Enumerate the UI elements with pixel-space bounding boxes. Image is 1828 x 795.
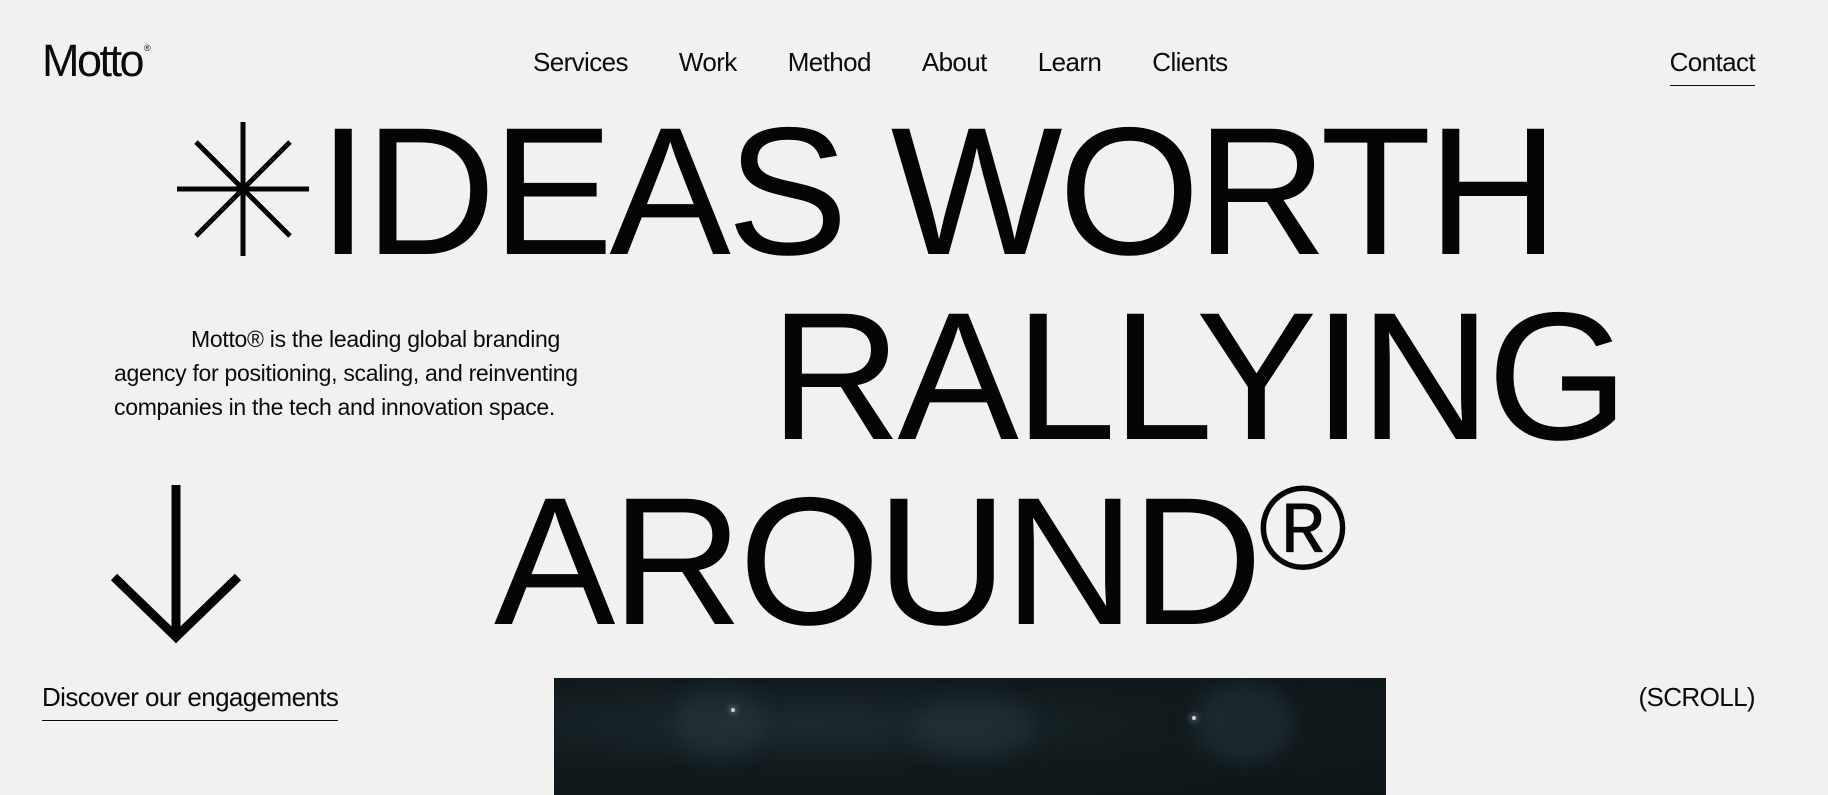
intro-paragraph: Motto® is the leading global branding ag…: [114, 326, 578, 420]
headline-line-2: RALLYING: [770, 274, 1629, 478]
logo[interactable]: Motto ®: [42, 35, 151, 86]
headline-registered-mark: ®: [1258, 461, 1348, 595]
nav-item: Method: [788, 45, 922, 79]
nav-item: Learn: [1038, 45, 1153, 79]
nav-link-method[interactable]: Method: [788, 45, 872, 79]
media-blur: [1194, 683, 1294, 763]
headline-line-3: AROUND®: [494, 468, 1347, 652]
asterisk-icon: [177, 122, 309, 256]
nav-link-learn[interactable]: Learn: [1038, 45, 1102, 79]
logo-registered-mark: ®: [144, 43, 151, 53]
media-blur: [914, 698, 1034, 758]
nav-link-clients[interactable]: Clients: [1152, 45, 1228, 79]
arrow-down-icon: [110, 485, 242, 644]
nav-item: Services: [533, 45, 679, 79]
nav-item: About: [922, 45, 1038, 79]
nav-link-work[interactable]: Work: [679, 45, 737, 79]
nav-item: Work: [679, 45, 788, 79]
main-nav: Services Work Method About Learn Clients: [533, 45, 1228, 79]
scroll-indicator: (SCROLL): [1638, 682, 1755, 712]
headline-line-3-text: AROUND: [494, 459, 1263, 663]
media-star: [731, 708, 735, 712]
contact-link[interactable]: Contact: [1669, 45, 1756, 86]
headline-line-1: IDEAS WORTH: [318, 89, 1559, 293]
nav-link-services[interactable]: Services: [533, 45, 629, 79]
media-blur: [674, 688, 764, 758]
logo-text: Motto: [42, 35, 145, 86]
hero-video[interactable]: [554, 678, 1386, 795]
media-star: [1192, 716, 1196, 720]
discover-engagements-link[interactable]: Discover our engagements: [42, 680, 339, 721]
nav-item: Clients: [1152, 45, 1228, 79]
nav-link-about[interactable]: About: [922, 45, 988, 79]
